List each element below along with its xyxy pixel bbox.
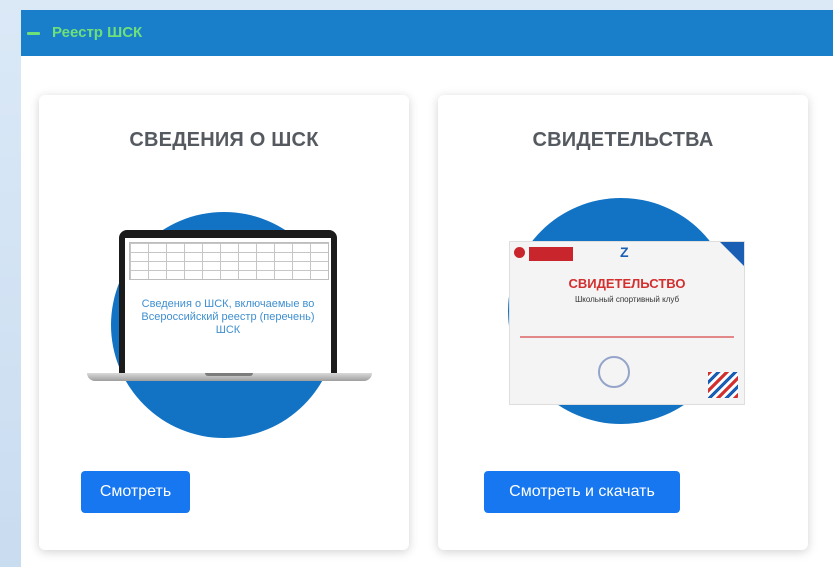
view-and-download-button[interactable]: Смотреть и скачать	[484, 471, 680, 513]
panel-title[interactable]: Реестр ШСК	[52, 24, 142, 42]
view-button[interactable]: Смотреть	[81, 471, 190, 513]
certificate-divider	[520, 336, 734, 338]
card-certificates: СВИДЕТЕЛЬСТВА Z СВИДЕТЕЛЬСТВО Школьный с…	[438, 95, 808, 550]
corner-decoration	[720, 242, 744, 266]
registry-panel: Реестр ШСК СВЕДЕНИЯ О ШСК Сведения о ШСК…	[21, 10, 833, 567]
card-shsk-info: СВЕДЕНИЯ О ШСК Сведения о ШСК, включаемы…	[39, 95, 409, 550]
emblem-icon	[514, 247, 525, 258]
laptop-notch	[205, 373, 253, 376]
seal-icon	[598, 356, 630, 388]
card-title: СВИДЕТЕЛЬСТВА	[532, 129, 714, 151]
certificate-illustration: Z СВИДЕТЕЛЬСТВО Школьный спортивный клуб	[509, 241, 745, 405]
laptop-illustration: Сведения о ШСК, включаемые во Всероссийс…	[87, 230, 372, 390]
laptop-screen-frame: Сведения о ШСК, включаемые во Всероссийс…	[119, 230, 337, 373]
card-title: СВЕДЕНИЯ О ШСК	[129, 129, 319, 151]
panel-header[interactable]: Реестр ШСК	[21, 10, 833, 56]
laptop-screen: Сведения о ШСК, включаемые во Всероссийс…	[125, 238, 331, 373]
screen-text: Сведения о ШСК, включаемые во Всероссийс…	[141, 298, 315, 336]
logo-icon: Z	[620, 244, 629, 260]
certificate-title: СВИДЕТЕЛЬСТВО	[568, 276, 686, 291]
table-preview	[129, 242, 329, 280]
ministry-banner	[529, 247, 573, 261]
stripe-decoration	[708, 372, 738, 398]
certificate-subtitle: Школьный спортивный клуб	[574, 295, 680, 304]
minus-icon[interactable]	[27, 32, 40, 35]
